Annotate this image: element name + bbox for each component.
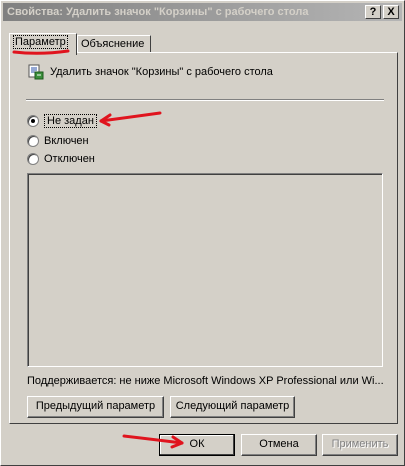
help-button[interactable]: ? [365,5,381,19]
option-disabled[interactable]: Отключен [27,153,95,165]
radio-not-configured[interactable] [27,115,39,127]
radio-enabled[interactable] [27,135,39,147]
option-enabled[interactable]: Включен [27,135,89,147]
option-not-configured[interactable]: Не задан [27,114,97,128]
close-button[interactable]: X [383,5,399,19]
option-disabled-label: Отключен [44,153,95,165]
next-setting-button[interactable]: Следующий параметр [170,396,295,418]
tab-explanation[interactable]: Объяснение [77,35,151,53]
supported-on-text: Поддерживается: не ниже Microsoft Window… [27,375,384,387]
cancel-button[interactable]: Отмена [241,434,317,456]
tab-panel: Удалить значок "Корзины" с рабочего стол… [9,52,398,424]
policy-name: Удалить значок "Корзины" с рабочего стол… [50,66,273,78]
properties-dialog: Свойства: Удалить значок "Корзины" с раб… [0,0,405,466]
options-area [27,173,383,367]
policy-icon [28,64,44,80]
tab-explanation-label: Объяснение [81,38,145,50]
window-title: Свойства: Удалить значок "Корзины" с раб… [7,6,309,18]
title-bar[interactable]: Свойства: Удалить значок "Корзины" с раб… [3,3,402,21]
separator [26,99,384,101]
policy-header: Удалить значок "Корзины" с рабочего стол… [28,64,273,80]
tab-parameter-label: Параметр [13,35,68,49]
radio-disabled[interactable] [27,153,39,165]
help-icon: ? [369,6,377,18]
previous-setting-button[interactable]: Предыдущий параметр [27,396,164,418]
close-icon: X [387,6,395,18]
option-enabled-label: Включен [44,135,89,147]
apply-button[interactable]: Применить [322,434,398,456]
tab-parameter[interactable]: Параметр [9,33,77,55]
option-not-configured-label: Не задан [44,114,97,128]
ok-button[interactable]: ОК [159,434,235,456]
